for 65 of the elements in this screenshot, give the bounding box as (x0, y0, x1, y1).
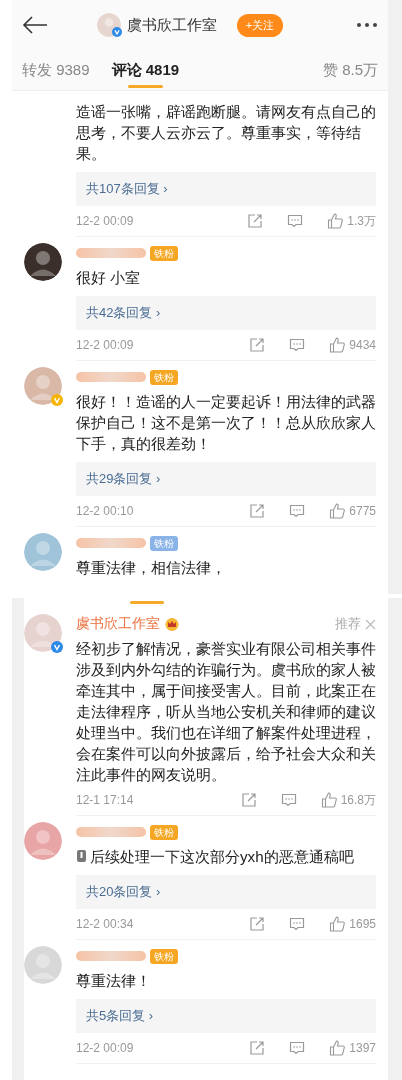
recommend-label: 推荐 (335, 615, 361, 633)
replies-link[interactable]: 共5条回复 › (76, 999, 376, 1033)
fan-badge: 铁粉 (150, 369, 178, 385)
comment-icon[interactable] (280, 792, 297, 808)
replies-link[interactable]: 共20条回复 › (76, 875, 376, 909)
close-icon[interactable] (365, 618, 376, 630)
share-icon[interactable] (240, 792, 257, 808)
comment-text: 很好！！造谣的人一定要起诉！用法律的武器保护自己！这不是第一次了！！总从欣欣家人下手，真的很差劲！ (76, 392, 376, 454)
comment-text: 造谣一张嘴，辟谣跑断腿。请网友有点自己的思考，不要人云亦云了。尊重事实，等待结果。 (76, 102, 376, 164)
like-count: 1695 (349, 917, 376, 931)
thumbs-up-icon[interactable] (320, 792, 337, 808)
back-icon[interactable] (22, 15, 48, 35)
comment-text: 经初步了解情况，豪誉实业有限公司相关事件涉及到内外勾结的诈骗行为。虞书欣的家人被牵连其中，属于间接受害人。目前，此案正在走法律程序，听从当地公安机关和律师的建议处理当中。我们也在详细了解案件处理进程，会在案件可以向外披露后，给予社会大众和关注此事件的网友说明。 (76, 639, 376, 785)
share-icon[interactable] (247, 213, 264, 229)
comment-icon[interactable] (289, 503, 306, 519)
comment-time: 12-1 17:14 (76, 793, 135, 807)
share-icon[interactable] (249, 1040, 266, 1056)
like-count: 16.8万 (340, 791, 376, 809)
replies-link[interactable]: 共29条回复 › (76, 462, 376, 496)
account-title: 虞书欣工作室 (126, 15, 217, 35)
fan-badge: 铁粉 (150, 245, 178, 261)
blurred-name (76, 951, 146, 961)
fan-badge: 铁粉 (150, 824, 178, 840)
comment-text: 后续处理一下这次部分yxh的恶意通稿吧 (76, 846, 376, 867)
thumbs-up-icon[interactable] (329, 1040, 346, 1056)
comment-time: 12-2 00:34 (76, 917, 135, 931)
comment-text: 尊重法律！ (76, 971, 152, 991)
like-count: 1397 (349, 1041, 376, 1055)
thumbs-up-icon[interactable] (329, 916, 346, 932)
tab[interactable]: 评论 4819 (111, 52, 180, 88)
thumbs-up-icon[interactable] (327, 213, 344, 229)
comment-icon[interactable] (289, 337, 306, 353)
replies-link[interactable]: 共107条回复 › (76, 172, 376, 206)
avatar[interactable] (24, 243, 62, 281)
comment-time: 12-2 00:09 (76, 214, 135, 228)
blurred-name (76, 372, 146, 382)
blurred-name (76, 248, 146, 258)
blurred-name (76, 538, 146, 548)
likes-total: 赞 8.5万 (322, 60, 378, 80)
comment-text: 尊重法律，相信法律， (76, 558, 227, 578)
share-icon[interactable] (249, 503, 266, 519)
comment-time: 12-2 00:09 (76, 338, 135, 352)
thumbs-up-icon[interactable] (329, 503, 346, 519)
user-name[interactable]: 虞书欣工作室 (76, 615, 160, 633)
comment-text: 很好 小室 (76, 268, 142, 288)
replies-link[interactable]: 共42条回复 › (76, 296, 376, 330)
share-icon[interactable] (249, 916, 266, 932)
share-icon[interactable] (249, 337, 266, 353)
emoji-icon (76, 849, 87, 863)
fan-badge: 铁粉 (150, 535, 178, 551)
like-count: 6775 (349, 504, 376, 518)
comment-icon[interactable] (287, 213, 304, 229)
comment-icon[interactable] (289, 916, 306, 932)
comment-time: 12-2 00:09 (76, 1041, 135, 1055)
like-count: 1.3万 (347, 212, 376, 230)
tab-indicator (130, 601, 164, 604)
crown-icon (164, 617, 180, 631)
like-count: 9434 (349, 338, 376, 352)
more-icon[interactable] (356, 22, 378, 28)
thumbs-up-icon[interactable] (329, 337, 346, 353)
blurred-name (76, 827, 146, 837)
comment-icon[interactable] (289, 1040, 306, 1056)
tab[interactable]: 转发 9389 (22, 52, 90, 88)
fan-badge: 铁粉 (150, 948, 178, 964)
comment-time: 12-2 00:10 (76, 504, 135, 518)
